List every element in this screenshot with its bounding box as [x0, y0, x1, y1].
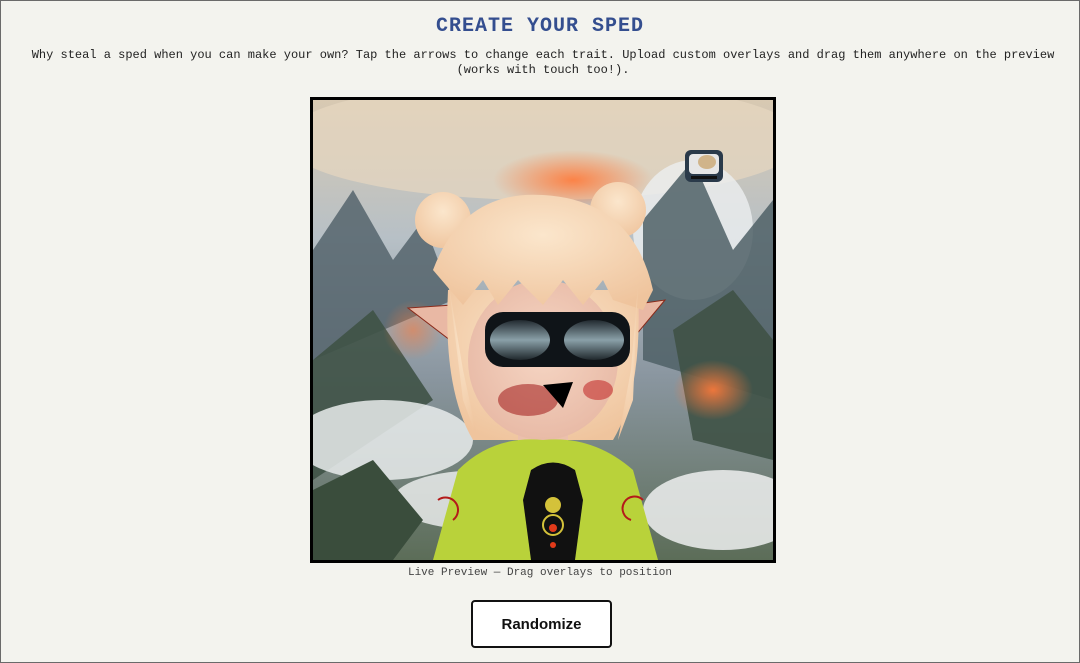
- page-description: Why steal a sped when you can make your …: [31, 48, 1055, 77]
- randomize-button[interactable]: Randomize: [471, 600, 612, 648]
- toaster-overlay-sticker[interactable]: [685, 150, 723, 182]
- goggles: [485, 312, 630, 367]
- character-preview-image: [313, 100, 773, 560]
- preview-caption: Live Preview — Drag overlays to position: [407, 567, 673, 579]
- sped-creator-page: CREATE YOUR SPED Why steal a sped when y…: [0, 0, 1080, 663]
- page-title: CREATE YOUR SPED: [435, 15, 645, 38]
- live-preview-canvas[interactable]: [310, 97, 776, 563]
